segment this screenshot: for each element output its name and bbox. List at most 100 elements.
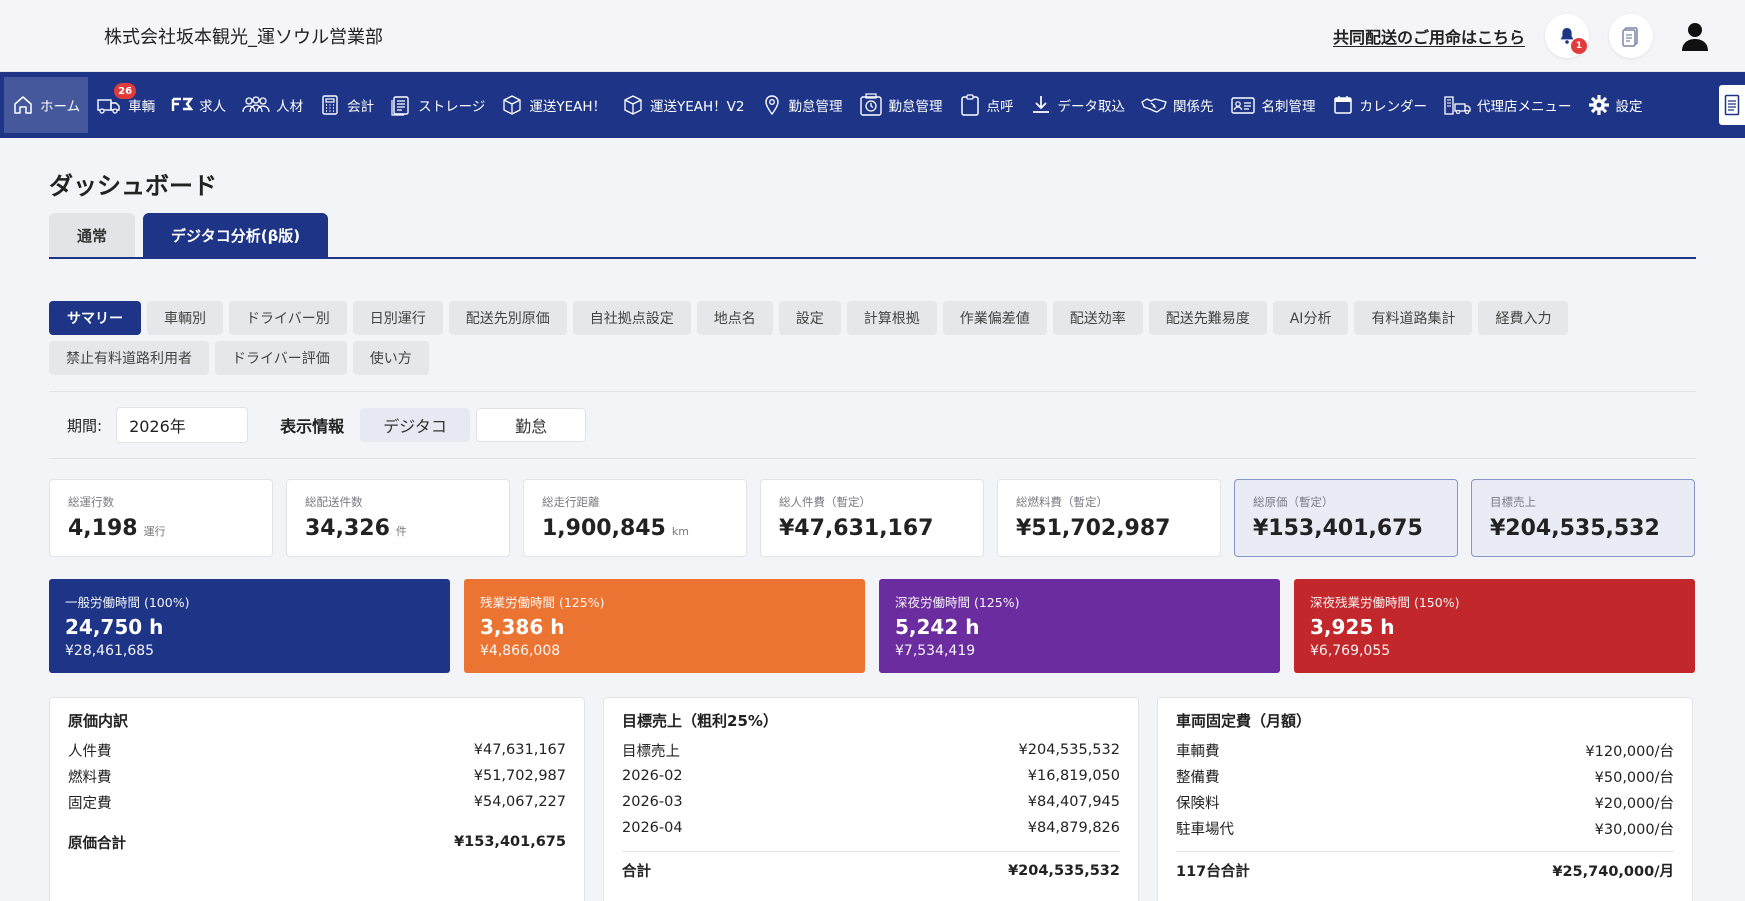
- row-value: ¥84,407,945: [1027, 794, 1120, 810]
- nav-storage[interactable]: ストレージ: [382, 77, 493, 133]
- list-item: 2026-04 ¥84,879,826: [622, 815, 1120, 841]
- top-header: 株式会社坂本観光_運ソウル営業部 共同配送のご用命はこちら 1: [0, 0, 1745, 72]
- labor-label: 一般労働時間 (100%): [65, 595, 190, 610]
- kpi-value: 4,198: [68, 516, 138, 541]
- notification-button[interactable]: 1: [1545, 13, 1589, 58]
- kpi-unit: 件: [395, 525, 407, 538]
- nav-business-cards-label: 名刺管理: [1261, 99, 1316, 115]
- total-value: ¥204,535,532: [1008, 862, 1120, 879]
- subtab-how-to[interactable]: 使い方: [352, 341, 429, 375]
- labor-cost: ¥4,866,008: [480, 643, 561, 659]
- subtab-by-vehicle[interactable]: 車輌別: [147, 301, 223, 335]
- nav-settings[interactable]: 設定: [1580, 77, 1651, 133]
- labor-cost: ¥28,461,685: [65, 643, 155, 659]
- download-icon: [1032, 96, 1049, 113]
- nav-jobs-label: 求人: [199, 99, 227, 115]
- subtab-destination-difficulty[interactable]: 配送先難易度: [1148, 301, 1267, 335]
- nav-unso-yeah[interactable]: 運送YEAH！: [493, 77, 614, 133]
- subtab-settings[interactable]: 設定: [778, 301, 841, 335]
- nav-accounting-label: 会計: [347, 99, 375, 115]
- nav-calendar[interactable]: カレンダー: [1324, 77, 1436, 133]
- toggle-digitaco[interactable]: デジタコ: [360, 408, 471, 442]
- target-sales-panel: 目標売上（粗利25%） 目標売上 ¥204,535,532 2026-02 ¥16,…: [603, 697, 1139, 901]
- nav-home[interactable]: ホーム: [4, 77, 89, 133]
- kpi-value: 1,900,845: [542, 516, 666, 541]
- nav-data-import[interactable]: データ取込: [1022, 77, 1134, 133]
- kpi-label: 総走行距離: [542, 495, 600, 509]
- row-key: 保険料: [1176, 795, 1220, 812]
- nav-agency-menu[interactable]: 代理店メニュー: [1435, 77, 1580, 133]
- nav-vehicles-label: 車輌: [128, 99, 156, 115]
- nav-unso-yeah-v2[interactable]: 運送YEAH！V2: [614, 77, 753, 133]
- nav-partners-label: 関係先: [1173, 99, 1214, 115]
- subtab-cost-by-destination[interactable]: 配送先別原価: [448, 301, 567, 335]
- row-key: 2026-04: [622, 820, 683, 836]
- kpi-row: 総運行数 4,198 運行 総配送件数 34,326 件 総走行距離 1,900,8…: [49, 479, 1696, 557]
- subtab-base-settings[interactable]: 自社拠点設定: [572, 301, 691, 335]
- subtab-driver-rating[interactable]: ドライバー評価: [215, 341, 347, 375]
- nav-attendance-clock-label: 勤怠管理: [888, 99, 943, 115]
- box-icon: [503, 95, 521, 115]
- kpi-label: 総原価（暫定）: [1253, 495, 1334, 509]
- subtab-delivery-efficiency[interactable]: 配送効率: [1052, 301, 1143, 335]
- row-key: 2026-02: [622, 768, 683, 784]
- nav-accounting[interactable]: 会計: [311, 77, 382, 133]
- nav-home-label: ホーム: [40, 99, 81, 115]
- nav-storage-label: ストレージ: [418, 99, 486, 115]
- people-icon: [242, 96, 270, 113]
- toggle-attendance[interactable]: 勤怠: [476, 408, 587, 442]
- nav-attendance-location[interactable]: 勤怠管理: [753, 77, 851, 133]
- subtab-summary[interactable]: サマリー: [49, 301, 141, 335]
- subtab-work-deviation[interactable]: 作業偏差値: [942, 301, 1047, 335]
- nav-roll-call[interactable]: 点呼: [951, 77, 1022, 133]
- subtab-toll-road-summary[interactable]: 有料道路集計: [1354, 301, 1473, 335]
- nav-business-cards[interactable]: 名刺管理: [1222, 77, 1324, 133]
- job-icon: [171, 97, 194, 111]
- kpi-card: 総燃料費（暫定） ¥51,702,987: [997, 479, 1221, 557]
- notification-badge: 1: [1571, 37, 1587, 54]
- tab-digitaco-analysis[interactable]: デジタコ分析(β版): [143, 213, 329, 257]
- subtab-daily-operation[interactable]: 日別運行: [352, 301, 443, 335]
- row-key: 人件費: [68, 743, 112, 760]
- tab-normal[interactable]: 通常: [49, 213, 136, 257]
- subtab-calc-basis[interactable]: 計算根拠: [846, 301, 937, 335]
- calendar-icon: [1333, 96, 1352, 114]
- display-info-label: 表示情報: [280, 417, 345, 436]
- row-key: 目標売上: [622, 743, 680, 760]
- filter-bar: 期間: 2026年 表示情報 デジタコ 勤怠: [49, 392, 1696, 458]
- period-select[interactable]: 2026年: [116, 407, 249, 443]
- row-key: 整備費: [1176, 769, 1220, 786]
- nav-calendar-label: カレンダー: [1359, 99, 1428, 115]
- row-key: 燃料費: [68, 769, 112, 786]
- gear-icon: [1588, 95, 1609, 115]
- documents-button[interactable]: [1609, 13, 1653, 58]
- panel-title: 車両固定費（月額）: [1176, 712, 1312, 730]
- kpi-value: ¥153,401,675: [1253, 516, 1423, 541]
- total-row: 原価合計 ¥153,401,675: [68, 829, 566, 855]
- account-button[interactable]: [1673, 14, 1717, 58]
- total-key: 合計: [622, 864, 651, 880]
- nav-jobs[interactable]: 求人: [163, 77, 234, 133]
- subtab-ai-analysis[interactable]: AI分析: [1272, 301, 1349, 335]
- total-value: ¥153,401,675: [454, 834, 566, 850]
- nav-vehicles[interactable]: 26 車輌: [88, 77, 163, 133]
- list-item: 2026-03 ¥84,407,945: [622, 789, 1120, 815]
- list-item: 2026-02 ¥16,819,050: [622, 763, 1120, 789]
- labor-hours-row: 一般労働時間 (100%) 24,750 h ¥28,461,685 残業労働時…: [49, 579, 1696, 673]
- cost-breakdown-panel: 原価内訳 人件費 ¥47,631,167 燃料費 ¥51,702,987 固定費 ¥5…: [49, 697, 585, 901]
- nav-partners[interactable]: 関係先: [1133, 77, 1222, 133]
- subtab-by-driver[interactable]: ドライバー別: [229, 301, 347, 335]
- subtab-banned-toll-users[interactable]: 禁止有料道路利用者: [49, 341, 209, 375]
- storage-icon: [391, 96, 409, 116]
- co-delivery-link[interactable]: 共同配送のご用命はこちら: [1333, 24, 1525, 48]
- subtab-location-names[interactable]: 地点名: [696, 301, 773, 335]
- list-item: 車輌費 ¥120,000/台: [1176, 737, 1674, 763]
- nav-people[interactable]: 人材: [234, 77, 311, 133]
- nav-attendance-clock[interactable]: 勤怠管理: [851, 77, 951, 133]
- row-value: ¥47,631,167: [473, 742, 566, 758]
- subtab-expense-input[interactable]: 経費入力: [1478, 301, 1569, 335]
- nav-docs-button[interactable]: [1719, 85, 1745, 125]
- nav-agency-menu-label: 代理店メニュー: [1477, 99, 1572, 115]
- labor-label: 深夜労働時間 (125%): [895, 595, 1020, 610]
- list-item: 人件費 ¥47,631,167: [68, 737, 566, 763]
